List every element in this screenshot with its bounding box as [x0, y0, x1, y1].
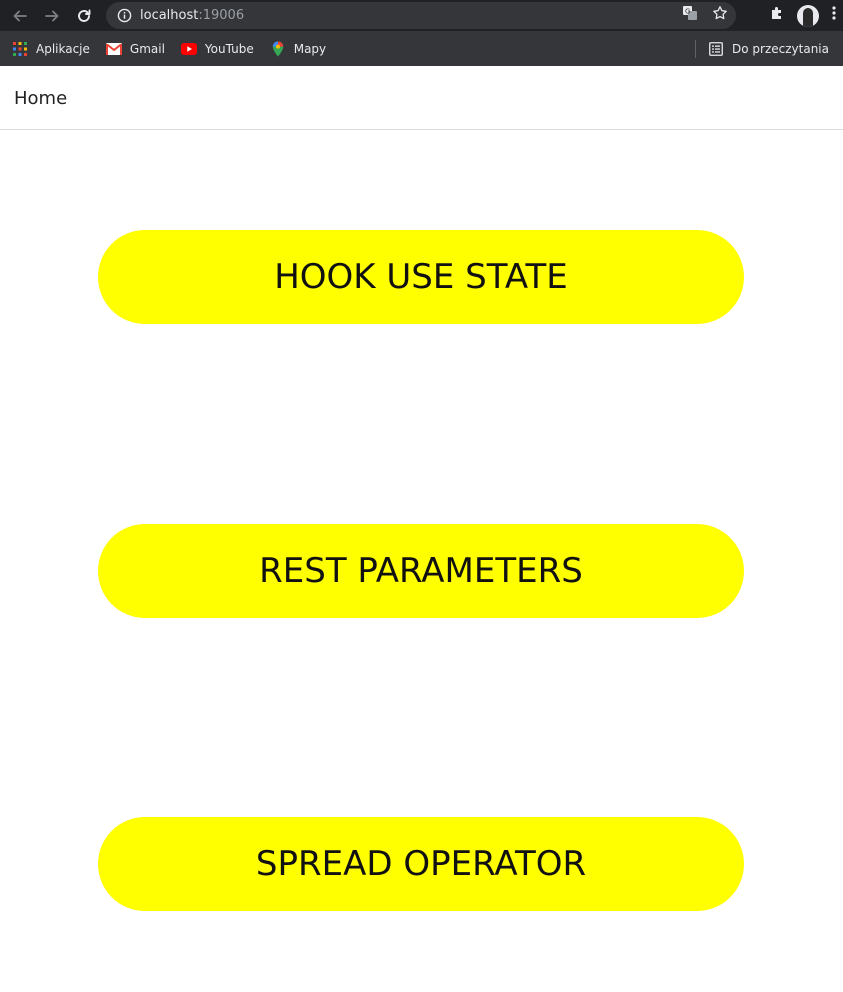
translate-icon[interactable]: G — [682, 5, 698, 26]
spread-operator-button[interactable]: SPREAD OPERATOR — [98, 817, 744, 911]
divider — [695, 39, 697, 58]
youtube-icon — [180, 41, 197, 57]
button-label: SPREAD OPERATOR — [255, 844, 587, 884]
app-header: Home — [0, 66, 843, 130]
puzzle-icon[interactable] — [769, 5, 785, 26]
star-icon[interactable] — [712, 5, 728, 26]
reload-button[interactable] — [68, 0, 100, 31]
forward-button[interactable] — [36, 0, 68, 31]
apps-grid-icon — [12, 41, 28, 57]
arrow-left-icon — [13, 10, 27, 21]
bookmark-label: Aplikacje — [36, 41, 90, 56]
rest-parameters-button[interactable]: REST PARAMETERS — [98, 524, 744, 618]
page-title: Home — [14, 88, 68, 109]
bookmarks-bar: Aplikacje Gmail YouTube Mapy Do przeczyt… — [0, 31, 843, 66]
bookmark-maps[interactable]: Mapy — [270, 41, 326, 57]
button-label: REST PARAMETERS — [259, 551, 583, 591]
info-icon[interactable] — [116, 8, 132, 24]
arrow-right-icon — [45, 10, 59, 21]
bookmark-apps[interactable]: Aplikacje — [12, 41, 90, 57]
bookmark-label: Gmail — [129, 41, 165, 56]
reading-list[interactable]: Do przeczytania — [695, 31, 829, 66]
bookmark-gmail[interactable]: Gmail — [105, 41, 165, 57]
bookmark-label: YouTube — [204, 41, 254, 56]
back-button[interactable] — [4, 0, 36, 31]
reload-icon — [78, 9, 91, 22]
reading-list-label: Do przeczytania — [732, 41, 829, 56]
hook-use-state-button[interactable]: HOOK USE STATE — [98, 230, 744, 324]
address-bar[interactable]: localhost:19006 G — [106, 2, 736, 29]
gmail-icon — [105, 41, 122, 57]
url-host: localhost — [140, 8, 199, 23]
reading-list-icon — [708, 41, 724, 57]
svg-text:G: G — [685, 8, 690, 16]
url-port: :19006 — [198, 8, 245, 23]
browser-toolbar: localhost:19006 G — [0, 0, 843, 31]
bookmark-youtube[interactable]: YouTube — [180, 41, 254, 57]
kebab-menu-icon[interactable] — [831, 5, 837, 26]
maps-pin-icon — [270, 41, 286, 57]
button-label: HOOK USE STATE — [274, 257, 568, 297]
avatar[interactable] — [797, 4, 819, 27]
bookmark-label: Mapy — [293, 41, 327, 56]
